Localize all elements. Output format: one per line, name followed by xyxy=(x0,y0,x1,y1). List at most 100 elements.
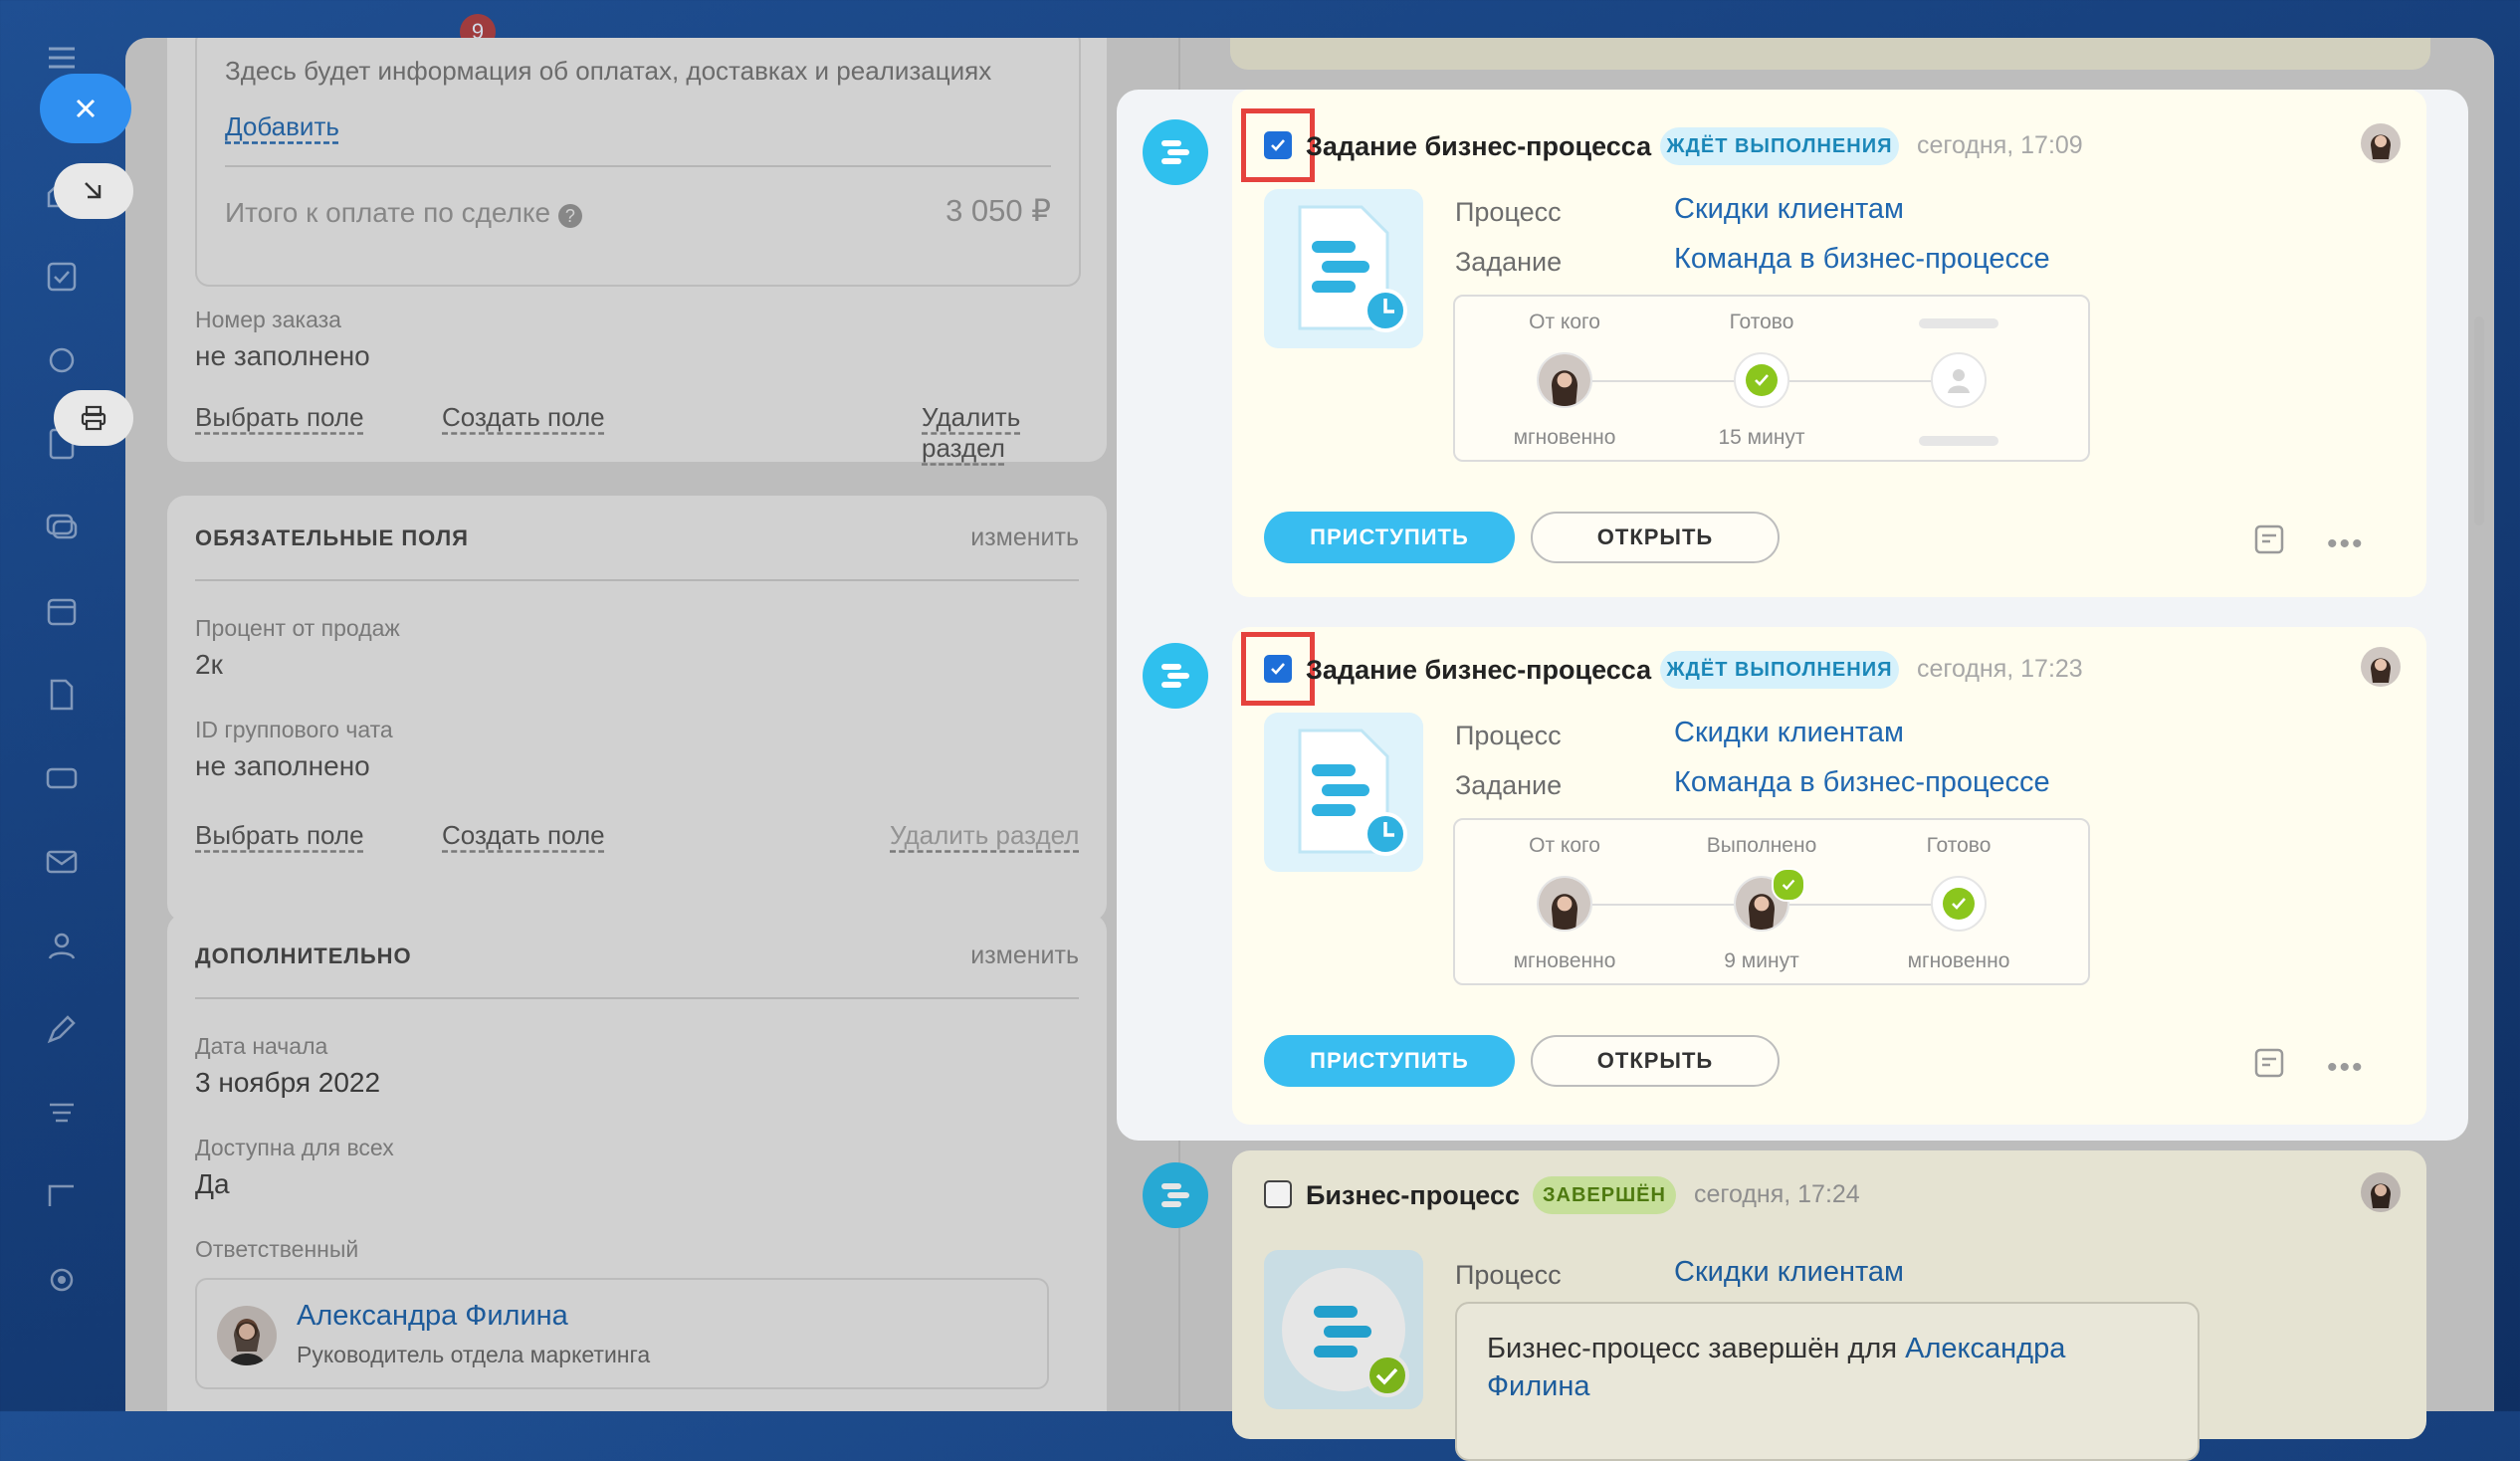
automation-icon[interactable] xyxy=(44,1095,80,1131)
process-label: Процесс xyxy=(1455,1260,1562,1290)
payments-box: Здесь будет информация об оплатах, доста… xyxy=(195,38,1081,287)
create-field-link[interactable]: Создать поле xyxy=(442,820,605,851)
process-link[interactable]: Скидки клиентам xyxy=(1674,717,1904,749)
result-message: Бизнес-процесс завершён для xyxy=(1487,1333,1898,1364)
task-label: Задание xyxy=(1455,247,1563,277)
chat-icon[interactable] xyxy=(44,510,80,545)
step-empty xyxy=(1931,352,1987,408)
check-circle-icon xyxy=(1746,364,1778,396)
step-duration: мгновенно xyxy=(1513,949,1616,972)
status-badge: ЗАВЕРШЁН xyxy=(1533,1176,1676,1214)
add-payment-link[interactable]: Добавить xyxy=(225,111,339,142)
contacts-icon[interactable] xyxy=(44,928,80,963)
tasks-icon[interactable] xyxy=(44,259,80,295)
task-link[interactable]: Команда в бизнес-процессе xyxy=(1674,766,2050,799)
note-icon[interactable] xyxy=(2253,1047,2285,1084)
card-icon[interactable] xyxy=(44,760,80,796)
print-tab[interactable] xyxy=(54,390,133,446)
task-link[interactable]: Команда в бизнес-процессе xyxy=(1674,243,2050,276)
process-checkbox[interactable] xyxy=(1264,1180,1292,1208)
process-link[interactable]: Скидки клиентам xyxy=(1674,193,1904,226)
process-done-icon xyxy=(1282,1268,1409,1397)
result-text: Бизнес-процесс завершён для Александра Фи… xyxy=(1487,1330,2144,1405)
open-button[interactable]: ОТКРЫТЬ xyxy=(1531,512,1780,563)
sign-icon[interactable] xyxy=(44,1011,80,1047)
calendar-icon[interactable] xyxy=(44,593,80,629)
result-person-link[interactable]: Александра xyxy=(1905,1333,2065,1364)
order-value: не заполнено xyxy=(195,340,370,371)
business-process-icon xyxy=(1143,119,1208,185)
start-button[interactable]: ПРИСТУПИТЬ xyxy=(1264,512,1515,563)
step-done xyxy=(1931,876,1987,932)
delete-section-link[interactable]: Удалить раздел xyxy=(890,820,1079,851)
settings-icon[interactable] xyxy=(44,1262,80,1298)
divider xyxy=(195,579,1079,581)
additional-card: ДОПОЛНИТЕЛЬНО изменить Дата начала 3 ноя… xyxy=(167,914,1107,1411)
payments-card: Здесь будет информация об оплатах, доста… xyxy=(167,38,1107,464)
timeline-card-previous xyxy=(1230,38,2430,70)
close-icon xyxy=(76,99,96,118)
order-label: Номер заказа xyxy=(195,307,341,332)
check-circle-icon xyxy=(1943,888,1975,920)
file-icon[interactable] xyxy=(44,677,80,713)
user-icon xyxy=(1948,369,1970,393)
task-label: Задание xyxy=(1455,770,1563,800)
field-value: Да xyxy=(195,1168,230,1199)
highlight-frame xyxy=(1241,108,1315,182)
author-avatar[interactable] xyxy=(2361,1172,2401,1212)
total-label-text: Итого к оплате по сделке xyxy=(225,197,551,228)
item-time: сегодня, 17:23 xyxy=(1917,655,2083,683)
collapse-tab[interactable] xyxy=(54,163,133,219)
person-name[interactable]: Александра Филина xyxy=(297,1300,568,1333)
status-badge: ЖДЁТ ВЫПОЛНЕНИЯ xyxy=(1660,651,1899,689)
start-button[interactable]: ПРИСТУПИТЬ xyxy=(1264,1035,1515,1087)
author-avatar[interactable] xyxy=(2361,647,2401,687)
scrollbar[interactable] xyxy=(2474,316,2484,525)
choose-field-link[interactable]: Выбрать поле xyxy=(195,820,364,851)
field-value: 2к xyxy=(195,649,223,680)
process-thumbnail xyxy=(1264,189,1423,348)
open-button[interactable]: ОТКРЫТЬ xyxy=(1531,1035,1780,1087)
change-link[interactable]: изменить xyxy=(970,523,1079,552)
total-label: Итого к оплате по сделке ? xyxy=(225,197,582,229)
divider xyxy=(195,997,1079,999)
choose-field-link[interactable]: Выбрать поле xyxy=(195,402,364,433)
close-button[interactable] xyxy=(40,74,131,143)
check-circle-icon xyxy=(1772,868,1805,902)
menu-icon[interactable] xyxy=(44,40,80,76)
timeline-highlight: Задание бизнес-процесса ЖДЁТ ВЫПОЛНЕНИЯ … xyxy=(1117,90,2468,1141)
step-label: От кого xyxy=(1529,834,1600,857)
step-label: Готово xyxy=(1926,834,1992,857)
author-avatar[interactable] xyxy=(2361,123,2401,163)
create-field-link[interactable]: Создать поле xyxy=(442,402,605,433)
arrow-down-right-icon xyxy=(85,182,102,199)
process-document-icon xyxy=(1298,205,1407,332)
step-avatar xyxy=(1537,352,1592,408)
step-placeholder xyxy=(1919,318,1998,328)
step-duration: мгновенно xyxy=(1907,949,2010,972)
process-link[interactable]: Скидки клиентам xyxy=(1674,1256,1904,1289)
more-icon[interactable]: ••• xyxy=(2327,1051,2365,1085)
crm-icon[interactable] xyxy=(44,342,80,378)
workflow-steps: От кого мгновенно Выполнено 9 минут Гото… xyxy=(1453,818,2090,985)
avatar xyxy=(217,1306,277,1365)
process-label: Процесс xyxy=(1455,721,1562,750)
step-duration: 15 минут xyxy=(1718,426,1805,449)
delete-section-link[interactable]: Удалить раздел xyxy=(922,402,1107,464)
field-value: не заполнено xyxy=(195,750,370,781)
section-title: ОБЯЗАТЕЛЬНЫЕ ПОЛЯ xyxy=(195,525,469,550)
item-title: Задание бизнес-процесса xyxy=(1306,655,1652,685)
result-person-link[interactable]: Филина xyxy=(1487,1370,1590,1402)
responsible-person[interactable]: Александра Филина Руководитель отдела ма… xyxy=(195,1278,1049,1389)
mail-icon[interactable] xyxy=(44,844,80,880)
divider xyxy=(225,165,1051,167)
step-duration: мгновенно xyxy=(1513,426,1616,449)
step-done xyxy=(1734,352,1789,408)
help-icon[interactable]: ? xyxy=(557,204,582,228)
status-badge: ЖДЁТ ВЫПОЛНЕНИЯ xyxy=(1660,127,1899,165)
timeline-item-process: Бизнес-процесс ЗАВЕРШЁН сегодня, 17:24 П… xyxy=(1232,1150,2426,1461)
more-icon[interactable]: ••• xyxy=(2327,527,2365,561)
note-icon[interactable] xyxy=(2253,523,2285,560)
analytics-icon[interactable] xyxy=(44,1178,80,1214)
change-link[interactable]: изменить xyxy=(970,941,1079,970)
